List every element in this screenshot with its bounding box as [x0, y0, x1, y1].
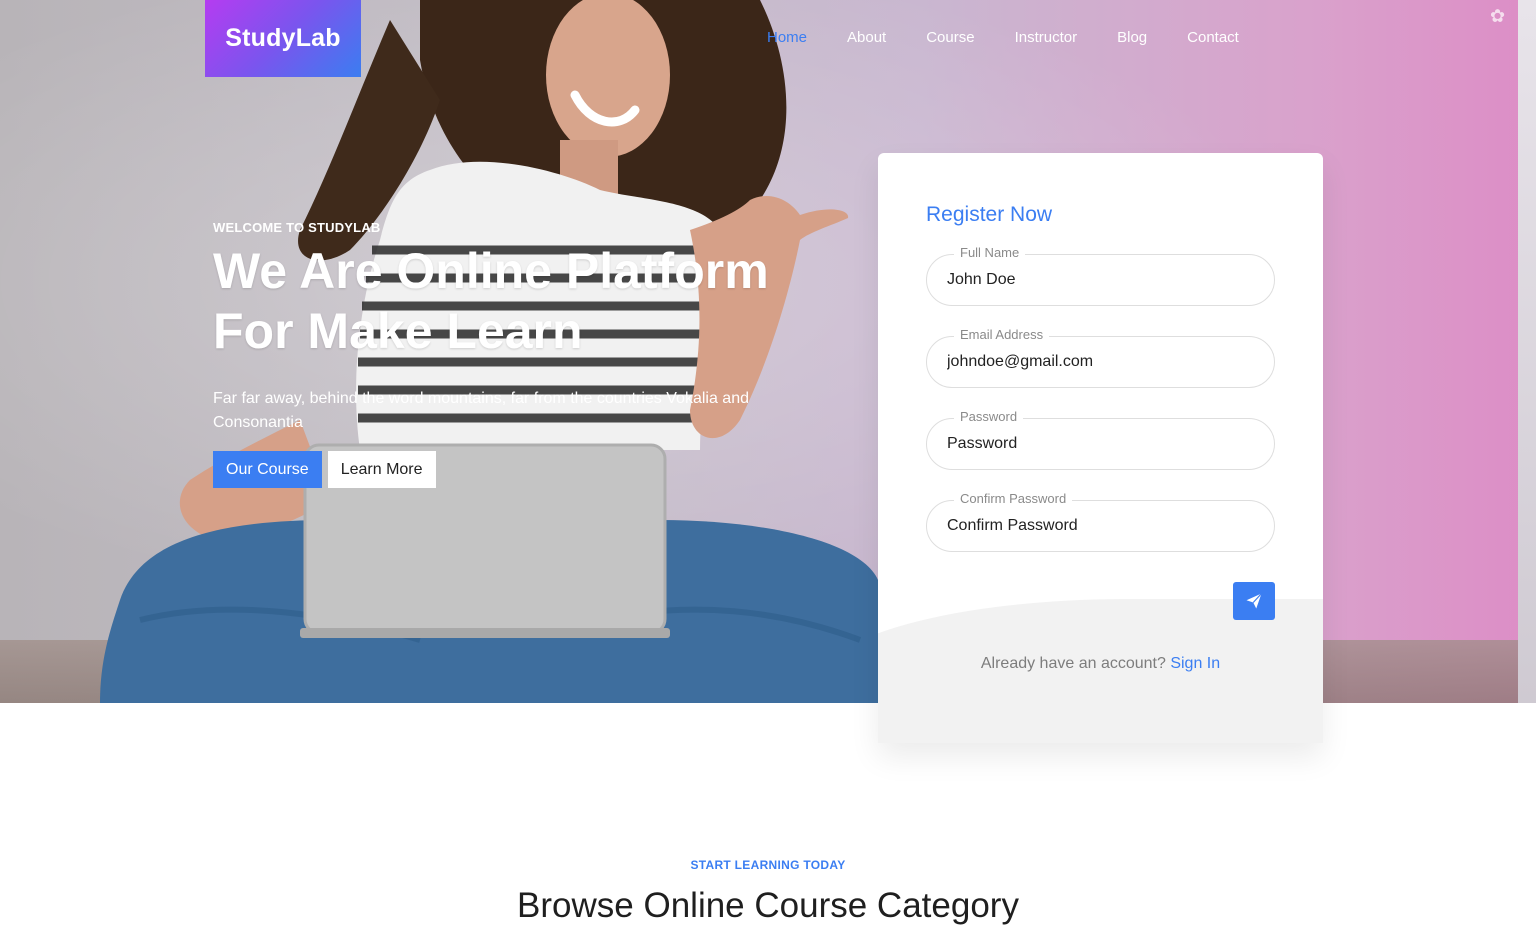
nav-course[interactable]: Course	[926, 28, 974, 48]
section-title: Browse Online Course Category	[517, 886, 1019, 925]
main-nav: Home About Course Instructor Blog Contac…	[767, 28, 1279, 48]
signin-line: Already have an account? Sign In	[878, 655, 1323, 673]
hero-text: WELCOME TO STUDYLAB We Are Online Platfo…	[213, 220, 853, 488]
hero-headline-line2: For Make Learn	[213, 303, 583, 359]
signin-link[interactable]: Sign In	[1170, 655, 1220, 672]
corner-flower-icon: ✿	[1490, 6, 1506, 26]
hero-right-strip	[1518, 0, 1536, 703]
register-title: Register Now	[926, 203, 1053, 226]
hero-headline: We Are Online Platform For Make Learn	[213, 241, 853, 361]
email-field: Email Address	[926, 327, 1275, 388]
nav-blog[interactable]: Blog	[1117, 28, 1147, 48]
logo-text: StudyLab	[225, 24, 341, 52]
nav-home[interactable]: Home	[767, 28, 807, 48]
nav-about[interactable]: About	[847, 28, 886, 48]
hero-headline-line1: We Are Online Platform	[213, 243, 769, 299]
password-input[interactable]	[947, 418, 1247, 470]
paper-plane-icon	[1246, 593, 1262, 609]
nav-instructor[interactable]: Instructor	[1015, 28, 1078, 48]
register-submit-button[interactable]	[1233, 582, 1275, 620]
confirm-password-field: Confirm Password	[926, 491, 1275, 552]
email-input[interactable]	[947, 336, 1247, 388]
hero-cta-row: Our Course Learn More	[213, 451, 853, 488]
nav-contact[interactable]: Contact	[1187, 28, 1239, 48]
confirm-password-input[interactable]	[947, 500, 1247, 552]
full-name-input[interactable]	[947, 254, 1247, 306]
section-eyebrow: START LEARNING TODAY	[690, 858, 846, 872]
signin-prompt: Already have an account?	[980, 655, 1171, 672]
hero-eyebrow: WELCOME TO STUDYLAB	[213, 220, 381, 235]
hero-lede: Far far away, behind the word mountains,…	[213, 390, 749, 431]
full-name-field: Full Name	[926, 245, 1275, 306]
learn-more-button[interactable]: Learn More	[327, 451, 436, 488]
logo[interactable]: StudyLab	[205, 0, 361, 77]
register-card: Register Now Full Name Email Address Pas…	[878, 153, 1323, 743]
our-course-button[interactable]: Our Course	[213, 451, 322, 488]
password-field: Password	[926, 409, 1275, 470]
